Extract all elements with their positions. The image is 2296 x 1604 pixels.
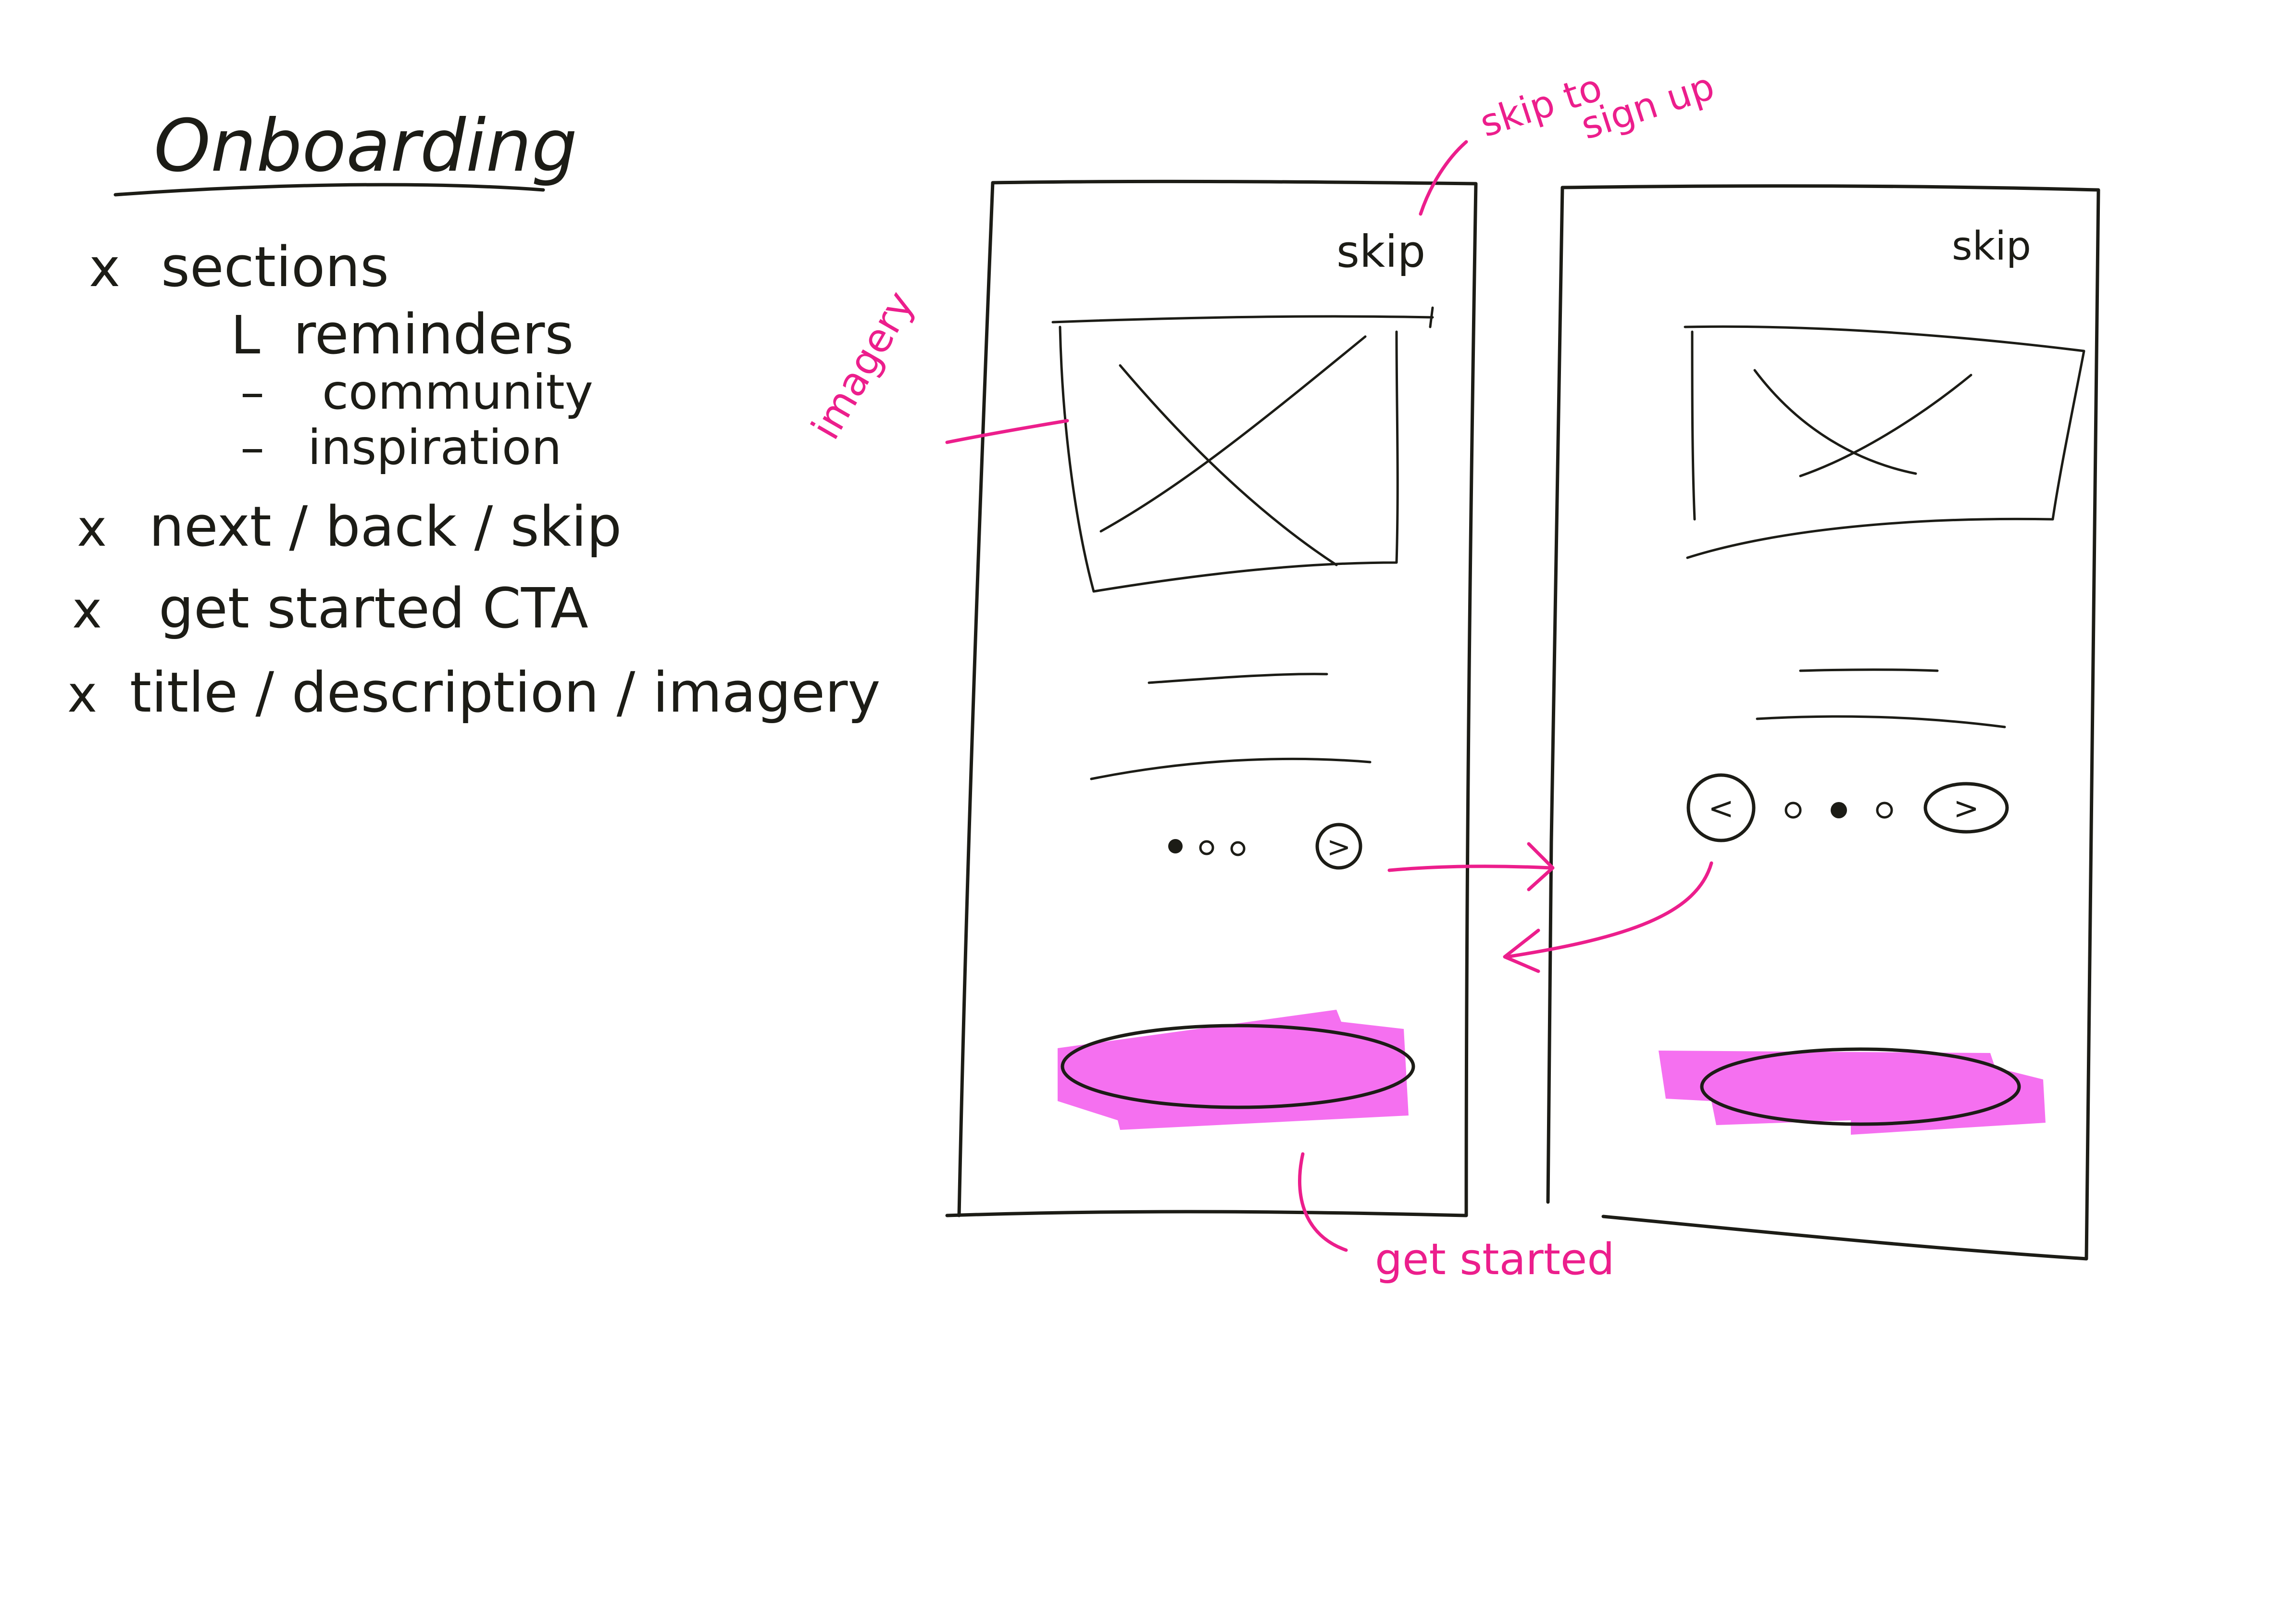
- image-cross: [1753, 369, 1972, 477]
- cta-highlight: [1058, 1010, 1409, 1130]
- image-frame: [1684, 325, 2085, 559]
- bullet-x: x: [72, 581, 102, 639]
- imagery-note: imagery: [803, 284, 923, 447]
- skip-button[interactable]: skip: [1952, 224, 2031, 269]
- chevron-left-icon: <: [1708, 791, 1734, 827]
- cta-note-leader: [1298, 1152, 1348, 1252]
- next-button[interactable]: >: [1315, 823, 1362, 870]
- chevron-right-icon: >: [1953, 791, 1979, 827]
- cta-note: get started: [1375, 1234, 1615, 1285]
- notes-item-text: next / back / skip: [149, 495, 622, 559]
- page-dot[interactable]: [1876, 802, 1893, 819]
- get-started-button[interactable]: [1058, 1010, 1415, 1130]
- image-frame: [1051, 306, 1434, 593]
- next-button[interactable]: >: [1923, 782, 2009, 834]
- notes-item-cta: x get started CTA: [72, 576, 588, 641]
- title-placeholder: [1148, 673, 1328, 684]
- skip-button[interactable]: skip: [1336, 226, 1425, 277]
- notes-item-community: – community: [240, 364, 593, 420]
- notes-item-content: x title / description / imagery: [67, 661, 880, 725]
- image-cross: [1099, 335, 1367, 566]
- notes-item-text: reminders: [293, 302, 574, 367]
- page-dot[interactable]: [1230, 841, 1246, 856]
- notes-panel: Onboarding x sections L reminders – comm…: [67, 104, 880, 725]
- notes-title: Onboarding: [154, 104, 577, 188]
- notes-item-sections: x sections: [89, 235, 389, 300]
- notes-item-reminders: L reminders: [231, 302, 574, 367]
- bullet-x: x: [77, 499, 107, 558]
- notes-item-text: title / description / imagery: [130, 661, 880, 725]
- notes-item-text: get started CTA: [159, 576, 588, 641]
- notes-item-navigation: x next / back / skip: [77, 495, 622, 559]
- notes-item-text: community: [322, 364, 593, 420]
- notes-item-inspiration: – inspiration: [240, 419, 562, 476]
- arrow-left-icon: [1503, 861, 1713, 973]
- hero-image-placeholder: [1051, 306, 1434, 593]
- wireframe-sketch: Onboarding x sections L reminders – comm…: [67, 64, 2100, 1285]
- bullet-l: L: [231, 304, 260, 366]
- bullet-x: x: [67, 665, 97, 724]
- description-placeholder: [1756, 715, 2006, 728]
- arrow-right-icon: [1387, 842, 1555, 891]
- bullet-x: x: [89, 237, 120, 299]
- page-dot-active[interactable]: [1168, 839, 1183, 853]
- bullet-dash: –: [240, 364, 264, 420]
- back-button[interactable]: <: [1686, 773, 1756, 842]
- page-dot-active[interactable]: [1831, 802, 1847, 818]
- notes-item-text: inspiration: [308, 419, 562, 476]
- get-started-button[interactable]: [1659, 1047, 2046, 1135]
- title-placeholder: [1799, 668, 1939, 672]
- page-dot[interactable]: [1784, 802, 1802, 819]
- description-placeholder: [1090, 757, 1372, 780]
- onboarding-screen-2: skip < >: [1546, 184, 2100, 1261]
- page-indicator: [1168, 839, 1246, 856]
- page-dot[interactable]: [1199, 840, 1214, 855]
- hero-image-placeholder: [1684, 325, 2085, 559]
- notes-item-text: sections: [161, 235, 389, 300]
- onboarding-screen-1: skip >: [945, 179, 1478, 1217]
- imagery-note-leader: [945, 419, 1069, 444]
- chevron-right-icon: >: [1327, 830, 1351, 864]
- page-indicator: [1784, 802, 1893, 819]
- skip-note-leader: [1419, 140, 1468, 216]
- bullet-dash: –: [240, 419, 264, 476]
